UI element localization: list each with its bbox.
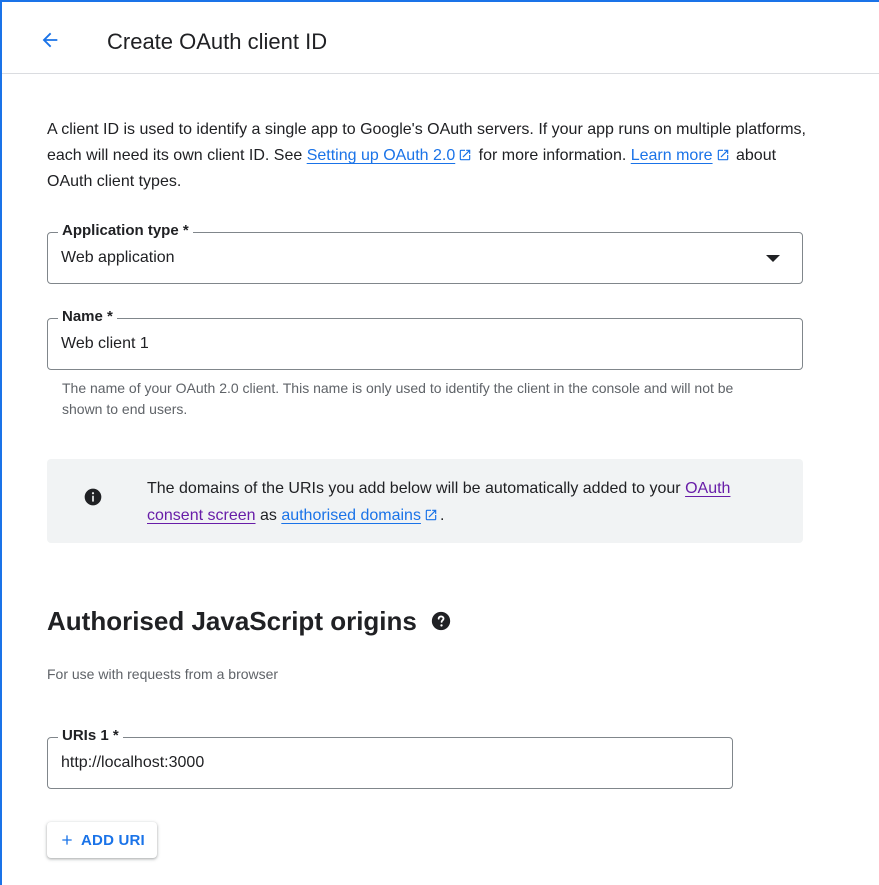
name-value: Web client 1 <box>61 335 149 352</box>
add-uri-button[interactable]: ADD URI <box>47 822 157 858</box>
uri-1-label: URIs 1 * <box>58 727 123 745</box>
window-border-left <box>0 0 2 885</box>
domains-notice: The domains of the URIs you add below wi… <box>47 459 803 543</box>
application-type-label: Application type * <box>58 222 193 240</box>
info-icon <box>84 488 102 506</box>
name-label: Name * <box>58 308 117 326</box>
uri-1-value: http://localhost:3000 <box>61 754 205 771</box>
back-button[interactable] <box>32 22 68 58</box>
authorised-domains-link[interactable]: authorised domains <box>281 507 421 524</box>
js-origins-subtitle: For use with requests from a browser <box>47 666 279 682</box>
page-title: Create OAuth client ID <box>107 29 328 54</box>
caret-down-icon <box>766 255 780 262</box>
open-in-new-icon <box>717 149 728 161</box>
intro-text: for more information. <box>474 147 631 164</box>
js-origins-heading: Authorised JavaScript origins <box>47 606 417 636</box>
add-uri-label: ADD URI <box>81 831 145 849</box>
name-field[interactable]: Name * Web client 1 <box>47 308 803 370</box>
help-icon[interactable] <box>431 611 451 631</box>
plus-icon <box>62 835 72 845</box>
notice-text-part: . <box>439 507 445 524</box>
js-origins-section-title: Authorised JavaScript origins <box>47 605 451 637</box>
learn-more-link[interactable]: Learn more <box>631 147 713 164</box>
application-type-select[interactable]: Application type * Web application <box>47 222 803 284</box>
setting-up-oauth-link[interactable]: Setting up OAuth 2.0 <box>307 147 456 164</box>
open-in-new-icon <box>425 509 437 521</box>
page-header: Create OAuth client ID <box>2 2 879 74</box>
notice-text-part: as <box>255 507 282 524</box>
application-type-value: Web application <box>61 249 175 266</box>
uri-1-input[interactable]: URIs 1 * http://localhost:3000 <box>47 727 733 789</box>
intro-paragraph: A client ID is used to identify a single… <box>47 117 817 195</box>
notice-text: The domains of the URIs you add below wi… <box>147 475 767 529</box>
arrow-back-icon <box>42 32 58 48</box>
name-helper-text: The name of your OAuth 2.0 client. This … <box>62 380 734 417</box>
open-in-new-icon <box>459 149 471 161</box>
notice-text-part: The domains of the URIs you add below wi… <box>147 480 686 497</box>
